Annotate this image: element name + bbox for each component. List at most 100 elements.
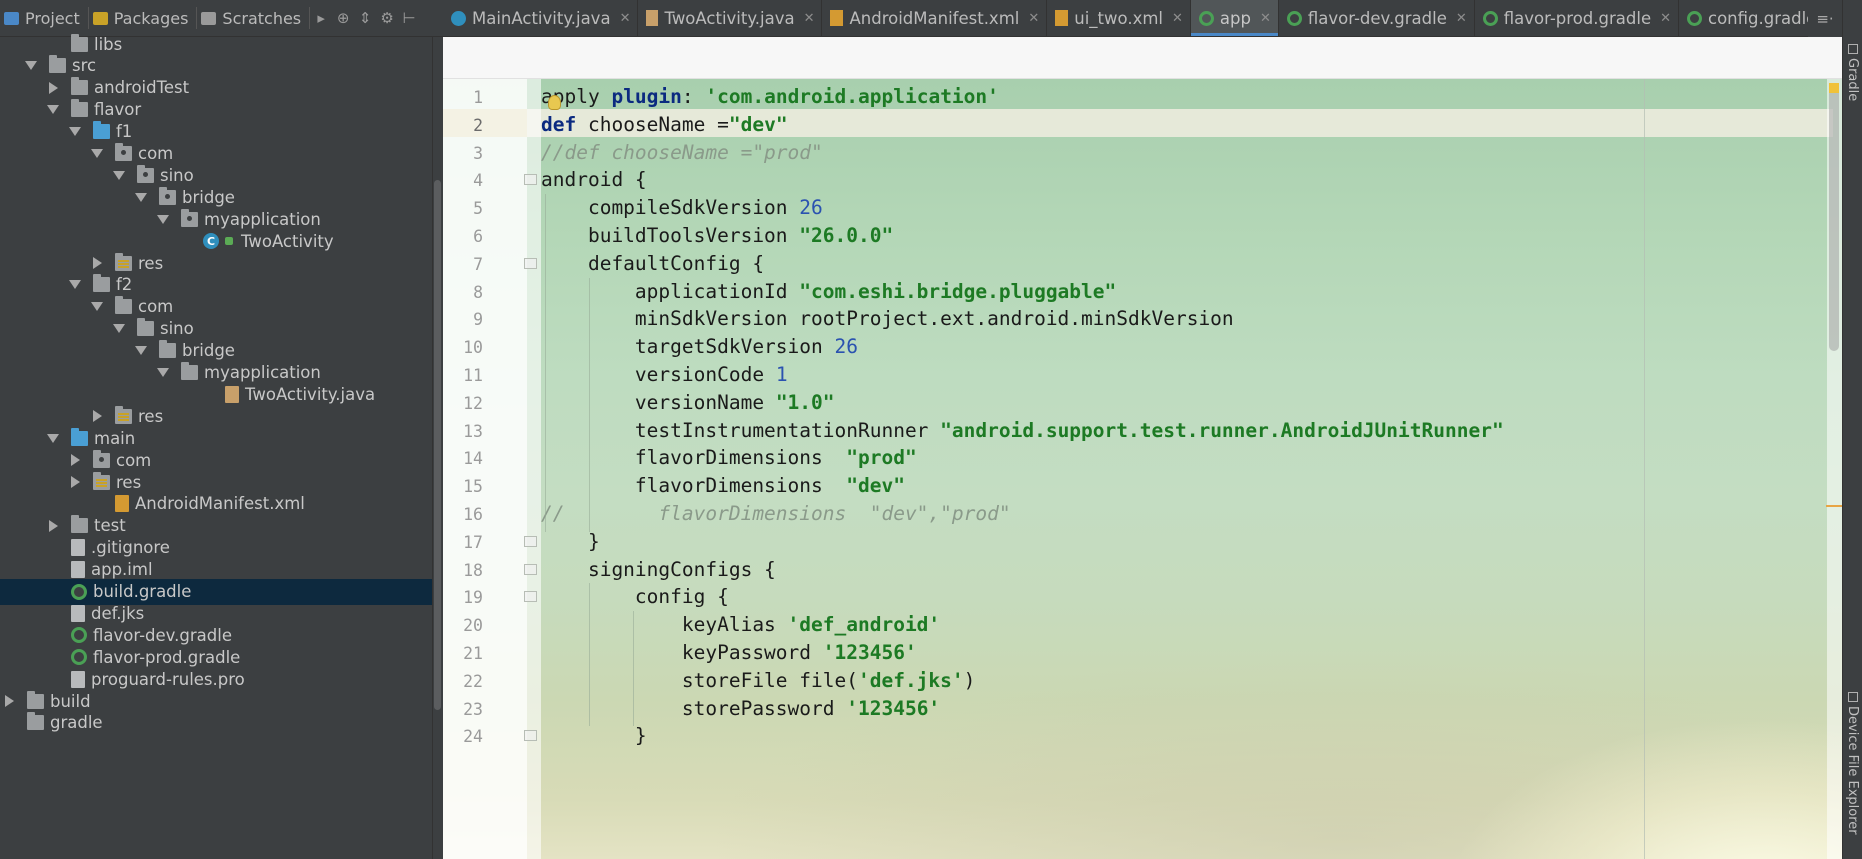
- close-icon[interactable]: ✕: [1028, 11, 1039, 26]
- code-line-3[interactable]: //def chooseName ="prod": [541, 139, 823, 167]
- code-token: versionName: [541, 390, 776, 414]
- code-line-20[interactable]: keyAlias 'def_android': [541, 611, 940, 639]
- collapsed-arrow-icon[interactable]: [2, 694, 16, 708]
- settings-icon[interactable]: ⚙: [376, 9, 398, 27]
- code-line-22[interactable]: storeFile file('def.jks'): [541, 667, 976, 695]
- expanded-arrow-icon[interactable]: [112, 322, 126, 336]
- access-modifier-icon: [225, 237, 233, 246]
- collapsed-arrow-icon[interactable]: [90, 409, 104, 423]
- editor-tab-androidmanifest-xml[interactable]: AndroidManifest.xml ✕: [822, 0, 1048, 36]
- code-line-14[interactable]: flavorDimensions "prod": [541, 444, 917, 472]
- expanded-arrow-icon[interactable]: [24, 59, 38, 73]
- code-token: }: [541, 724, 647, 748]
- editor-tab-twoactivity-java[interactable]: TwoActivity.java ✕: [638, 0, 823, 36]
- close-icon[interactable]: ✕: [1456, 11, 1467, 26]
- tree-item-label: androidTest: [94, 78, 190, 98]
- close-icon[interactable]: ✕: [1660, 11, 1671, 26]
- code-line-11[interactable]: versionCode 1: [541, 361, 788, 389]
- code-line-16[interactable]: // flavorDimensions "dev","prod": [541, 500, 1011, 528]
- expanded-arrow-icon[interactable]: [156, 366, 170, 380]
- editor-tab-mainactivity-java[interactable]: MainActivity.java ✕: [443, 0, 639, 36]
- expanded-arrow-icon[interactable]: [46, 103, 60, 117]
- target-icon[interactable]: ⊕: [332, 9, 354, 27]
- close-icon[interactable]: ✕: [1172, 11, 1183, 26]
- collapse-all-icon[interactable]: ⇕: [354, 9, 376, 27]
- error-stripe-marker[interactable]: [1826, 505, 1842, 507]
- tree-item-label: res: [138, 253, 164, 273]
- expanded-arrow-icon[interactable]: [90, 147, 104, 161]
- arrow-triangle: [47, 433, 59, 443]
- code-line-19[interactable]: config {: [541, 583, 729, 611]
- code-token: config {: [541, 585, 729, 609]
- fold-marker-icon[interactable]: [524, 174, 537, 186]
- code-line-24[interactable]: }: [541, 722, 647, 750]
- fold-marker-icon[interactable]: [524, 257, 537, 269]
- folder-icon: [71, 77, 88, 96]
- fold-marker-icon[interactable]: [524, 730, 537, 742]
- code-line-9[interactable]: minSdkVersion rootProject.ext.android.mi…: [541, 305, 1234, 333]
- code-line-6[interactable]: buildToolsVersion "26.0.0": [541, 222, 893, 250]
- editor-tab-flavor-dev-gradle[interactable]: flavor-dev.gradle ✕: [1279, 0, 1475, 36]
- code-line-2[interactable]: def chooseName ="dev": [541, 111, 788, 139]
- code-token: testInstrumentationRunner: [541, 418, 941, 442]
- fold-marker-icon[interactable]: [524, 563, 537, 575]
- editor-tab-app[interactable]: app ✕: [1190, 0, 1279, 36]
- code-line-7[interactable]: defaultConfig {: [541, 250, 764, 278]
- expand-more-icon[interactable]: ▸: [310, 9, 332, 27]
- line-number: 6: [473, 227, 483, 246]
- code-line-23[interactable]: storePassword '123456': [541, 695, 940, 723]
- comment-token: //def chooseName ="prod": [541, 140, 823, 164]
- tree-item-label: f2: [116, 275, 133, 295]
- code-token: signingConfigs {: [541, 557, 776, 581]
- hide-panel-icon[interactable]: ⊢: [398, 9, 420, 27]
- fold-marker-icon[interactable]: [524, 535, 537, 547]
- collapsed-arrow-icon[interactable]: [90, 256, 104, 270]
- expanded-arrow-icon[interactable]: [134, 190, 148, 204]
- editor-tab-ui-two-xml[interactable]: ui_two.xml ✕: [1047, 0, 1191, 36]
- code-line-12[interactable]: versionName "1.0": [541, 389, 835, 417]
- close-icon[interactable]: ✕: [804, 11, 815, 26]
- editor-tab-label: flavor-prod.gradle: [1503, 8, 1652, 28]
- expanded-arrow-icon[interactable]: [46, 431, 60, 445]
- gradle-tool-label[interactable]: Gradle: [1845, 58, 1860, 101]
- close-icon[interactable]: ✕: [1260, 11, 1271, 26]
- code-token: keyPassword: [541, 641, 823, 664]
- tree-item-gradle[interactable]: gradle: [0, 710, 432, 736]
- code-line-1[interactable]: apply plugin: 'com.android.application': [541, 83, 999, 111]
- close-icon[interactable]: ✕: [620, 11, 631, 26]
- expanded-arrow-icon[interactable]: [68, 278, 82, 292]
- tabs-menu-icon[interactable]: ≡·: [1808, 0, 1842, 37]
- collapsed-arrow-icon[interactable]: [68, 475, 82, 489]
- warning-marker-icon[interactable]: [1829, 83, 1839, 93]
- keyword-token: def: [541, 112, 588, 136]
- code-line-18[interactable]: signingConfigs {: [541, 556, 776, 584]
- code-editor[interactable]: 1 apply plugin: 'com.android.application'…: [443, 79, 1842, 859]
- collapsed-arrow-icon[interactable]: [46, 519, 60, 533]
- line-number: 5: [473, 199, 483, 219]
- device-file-explorer-label[interactable]: Device File Explorer: [1845, 706, 1860, 835]
- editor-scrollbar-thumb[interactable]: [1829, 86, 1839, 351]
- intention-bulb-icon[interactable]: [548, 95, 561, 110]
- expanded-arrow-icon[interactable]: [134, 344, 148, 358]
- fold-marker-icon[interactable]: [524, 591, 537, 603]
- code-line-13[interactable]: testInstrumentationRunner "android.suppo…: [541, 417, 1504, 445]
- code-line-15[interactable]: flavorDimensions "dev": [541, 472, 905, 500]
- package-folder-icon: [159, 186, 176, 205]
- code-line-8[interactable]: applicationId "com.eshi.bridge.pluggable…: [541, 278, 1116, 306]
- project-tree-scrollbar-thumb[interactable]: [434, 180, 441, 710]
- expanded-arrow-icon[interactable]: [156, 212, 170, 226]
- expanded-arrow-icon[interactable]: [68, 125, 82, 139]
- device-explorer-icon[interactable]: [1848, 692, 1858, 702]
- code-line-17[interactable]: }: [541, 528, 600, 556]
- editor-tab-label: MainActivity.java: [472, 8, 611, 28]
- gradle-tool-icon[interactable]: [1848, 44, 1858, 54]
- collapsed-arrow-icon[interactable]: [68, 453, 82, 467]
- code-line-21[interactable]: keyPassword '123456': [541, 639, 917, 667]
- code-line-4[interactable]: android {: [541, 166, 647, 194]
- expanded-arrow-icon[interactable]: [112, 168, 126, 182]
- expanded-arrow-icon[interactable]: [90, 300, 104, 314]
- collapsed-arrow-icon[interactable]: [46, 81, 60, 95]
- editor-tab-label: flavor-dev.gradle: [1307, 8, 1447, 28]
- code-line-5[interactable]: compileSdkVersion 26: [541, 194, 823, 222]
- editor-tab-flavor-prod-gradle[interactable]: flavor-prod.gradle ✕: [1475, 0, 1680, 36]
